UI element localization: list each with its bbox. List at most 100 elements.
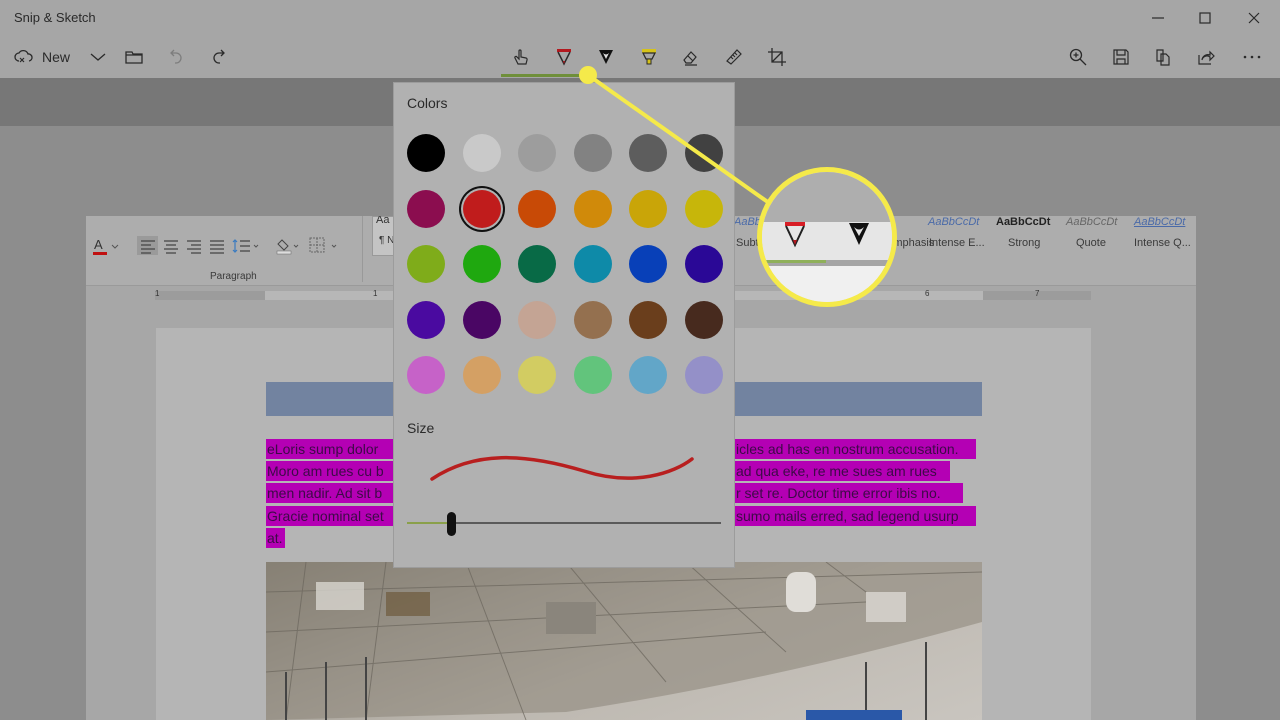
highlighted-text: r set re. Doctor time error ibis no. [735, 483, 963, 503]
color-swatch[interactable] [462, 189, 501, 228]
style-sample: AaBbCcDt [1066, 216, 1118, 228]
color-swatch[interactable] [518, 134, 556, 172]
color-swatch[interactable] [407, 245, 445, 283]
close-button[interactable] [1242, 6, 1266, 30]
color-swatch[interactable] [573, 300, 612, 339]
chevron-down-icon [90, 53, 106, 61]
color-swatch[interactable] [407, 189, 445, 228]
highlighted-text: Moro am rues cu b [266, 461, 396, 481]
copy-button[interactable] [1153, 44, 1173, 70]
color-swatch[interactable] [407, 300, 445, 339]
style-sample: AaBbCcDt [1134, 216, 1186, 228]
ribbon-divider [362, 216, 363, 282]
save-icon [1113, 49, 1129, 65]
zoom-button[interactable] [1068, 44, 1088, 70]
eraser-button[interactable] [681, 44, 701, 70]
ballpoint-pen-button[interactable] [554, 44, 574, 70]
color-swatch[interactable] [684, 300, 723, 339]
highlighted-text: sumo mails erred, sad legend usurp [735, 506, 976, 526]
title-bar: Snip & Sketch [0, 0, 1280, 36]
touch-writing-button[interactable] [511, 44, 531, 70]
share-icon [1198, 50, 1215, 65]
font-color-icon: A [93, 237, 119, 255]
color-swatch[interactable] [518, 300, 556, 339]
color-swatch[interactable] [629, 356, 667, 394]
paragraph-group-label: Paragraph [210, 271, 257, 282]
crop-button[interactable] [767, 44, 787, 70]
callout-magnifier [757, 167, 897, 307]
color-swatch[interactable] [573, 189, 612, 228]
highlighter-icon [641, 49, 657, 65]
maximize-button[interactable] [1193, 6, 1217, 30]
color-swatch[interactable] [518, 245, 556, 283]
highlighted-text: icles ad has en nostrum accusation. [735, 439, 976, 459]
color-swatch[interactable] [407, 356, 445, 394]
redo-icon [213, 49, 225, 64]
color-swatch[interactable] [518, 189, 556, 228]
captured-photo [266, 562, 982, 720]
color-swatch[interactable] [518, 356, 556, 394]
undo-button[interactable] [166, 44, 186, 70]
stroke-preview [430, 455, 694, 481]
color-swatch[interactable] [462, 134, 501, 172]
color-swatch[interactable] [573, 245, 612, 283]
style-name: Intense E... [929, 237, 985, 249]
svg-text:A: A [94, 237, 103, 252]
new-label: New [42, 49, 71, 65]
new-dropdown-button[interactable] [88, 44, 108, 70]
color-swatch[interactable] [573, 134, 612, 172]
folder-icon [125, 51, 143, 64]
copy-icon [1156, 49, 1170, 66]
maximize-icon [1199, 12, 1211, 24]
ceiling-photo-graphic [266, 562, 982, 720]
color-swatch[interactable] [407, 134, 445, 172]
color-swatch[interactable] [684, 356, 723, 394]
open-file-button[interactable] [124, 44, 144, 70]
zoom-in-icon [1069, 48, 1087, 66]
crop-icon [768, 48, 786, 66]
color-swatch[interactable] [462, 356, 501, 394]
app-title: Snip & Sketch [14, 10, 96, 25]
highlighted-text: men nadir. Ad sit b [266, 483, 396, 503]
more-icon [1243, 55, 1261, 59]
undo-icon [170, 49, 182, 64]
color-swatch[interactable] [684, 134, 723, 172]
color-swatch[interactable] [629, 134, 667, 172]
color-swatch[interactable] [629, 245, 667, 283]
highlighted-text: eLoris sump dolor [266, 439, 396, 459]
pencil-icon [599, 50, 613, 64]
color-swatch[interactable] [462, 300, 501, 339]
color-swatch[interactable] [462, 245, 501, 283]
toolbar: New [0, 36, 1280, 78]
color-swatch[interactable] [684, 189, 723, 228]
color-swatch[interactable] [629, 189, 667, 228]
redo-button[interactable] [209, 44, 229, 70]
size-label: Size [407, 420, 435, 436]
close-icon [1248, 12, 1260, 24]
pencil-button[interactable] [596, 44, 616, 70]
share-button[interactable] [1196, 44, 1216, 70]
color-swatch[interactable] [684, 245, 723, 283]
save-button[interactable] [1111, 44, 1131, 70]
alignment-icons [141, 240, 224, 254]
highlighter-button[interactable] [639, 44, 659, 70]
touch-writing-icon [514, 49, 528, 65]
minimize-button[interactable] [1146, 6, 1170, 30]
ruler-button[interactable] [724, 44, 744, 70]
color-swatch[interactable] [629, 300, 667, 339]
size-slider-fill [407, 522, 451, 524]
active-tool-indicator [501, 74, 581, 77]
shading-icon [276, 239, 299, 255]
eraser-icon [683, 51, 697, 66]
style-sample: AaBbCcDt [996, 216, 1051, 228]
highlighted-text: Gracie nominal set [266, 506, 396, 526]
highlighted-text: at. [266, 528, 285, 548]
colors-label: Colors [407, 95, 448, 111]
ballpoint-pen-icon [557, 49, 571, 66]
line-spacing-icon [232, 239, 259, 253]
new-button[interactable]: New [14, 44, 70, 70]
color-swatch[interactable] [573, 356, 612, 394]
more-button[interactable] [1242, 44, 1262, 70]
ruler-icon [726, 49, 742, 65]
size-slider-thumb[interactable] [446, 512, 456, 536]
